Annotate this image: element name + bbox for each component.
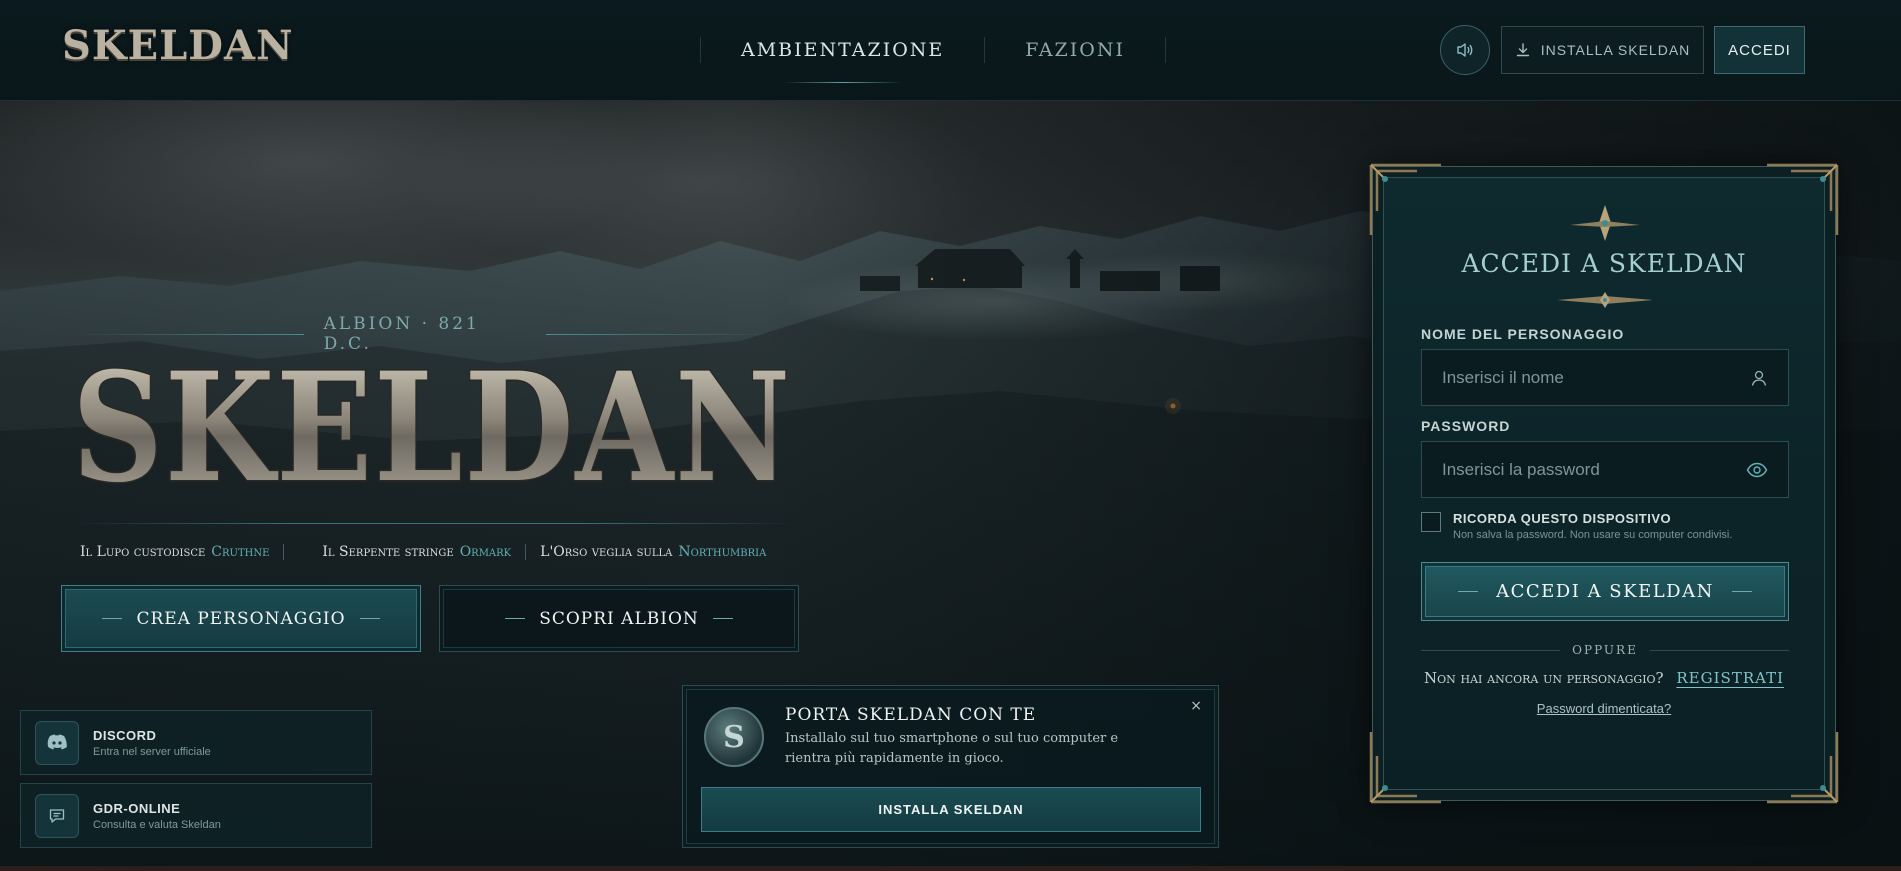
corner-ornament-icon	[1369, 163, 1441, 235]
eyebrow-line-left	[75, 333, 304, 335]
creed-text: L'Orso veglia sulla	[540, 544, 673, 560]
or-divider: OPPURE	[1421, 643, 1789, 657]
hero-divider	[75, 523, 795, 524]
gdr-subtitle: Consulta e valuta Skeldan	[93, 818, 221, 831]
bottom-edge	[0, 866, 1901, 871]
or-text: OPPURE	[1572, 643, 1638, 657]
button-ornament	[1458, 591, 1479, 592]
divider-line	[1649, 649, 1789, 651]
password-input[interactable]	[1442, 459, 1732, 480]
nav-divider	[1164, 37, 1166, 63]
remember-hint: Non salva la password. Non usare su comp…	[1453, 529, 1733, 541]
creed-bear: L'Orso veglia sulla Northumbria	[526, 544, 780, 560]
nav-item-ambientazione[interactable]: AMBIENTAZIONE	[701, 39, 984, 61]
button-ornament	[1731, 591, 1752, 592]
skeldan-emblem-icon: S	[704, 707, 764, 767]
corner-ornament-icon	[1369, 732, 1441, 804]
crest-ornament-icon	[1570, 205, 1640, 241]
login-title: ACCEDI A SKELDAN	[1461, 249, 1747, 278]
creed-wolf: Il Lupo custodisce Cruthne	[66, 544, 283, 560]
remember-text: RICORDA QUESTO DISPOSITIVO Non salva la …	[1453, 511, 1732, 541]
password-label: PASSWORD	[1421, 418, 1511, 434]
button-ornament	[505, 618, 526, 619]
close-icon[interactable]: ×	[1190, 698, 1202, 714]
header-login-button[interactable]: ACCEDI	[1714, 26, 1805, 74]
install-label: INSTALLA SKELDAN	[1540, 42, 1691, 58]
popup-install-button[interactable]: INSTALLA SKELDAN	[701, 787, 1201, 832]
install-app-popup: S PORTA SKELDAN CON TE Installalo sul tu…	[682, 685, 1219, 848]
remember-checkbox[interactable]	[1421, 512, 1441, 532]
button-ornament	[712, 618, 733, 619]
eyebrow-line-right	[546, 333, 775, 335]
hero-title-text: SKELDAN	[72, 348, 792, 498]
login-submit-button[interactable]: ACCEDI A SKELDAN	[1421, 562, 1789, 621]
button-ornament	[359, 618, 380, 619]
corner-ornament-icon	[1767, 163, 1839, 235]
creed-serpent: Il Serpente stringe Ormark	[284, 544, 525, 560]
divider-line	[1421, 649, 1561, 651]
register-row: Non hai ancora un personaggio? REGISTRAT…	[1373, 669, 1835, 687]
discover-albion-label: SCOPRI ALBION	[539, 608, 699, 629]
sound-toggle-button[interactable]	[1440, 25, 1490, 75]
discover-albion-button[interactable]: SCOPRI ALBION	[439, 585, 799, 652]
chat-icon	[35, 793, 79, 838]
register-prompt: Non hai ancora un personaggio?	[1423, 669, 1664, 687]
corner-ornament-icon	[1767, 732, 1839, 804]
remember-label: RICORDA QUESTO DISPOSITIVO	[1453, 511, 1672, 526]
creed-text: Il Lupo custodisce	[80, 544, 206, 560]
login-panel: ACCEDI A SKELDAN NOME DEL PERSONAGGIO PA…	[1369, 163, 1839, 804]
creed-place: Ormark	[459, 544, 512, 560]
nav-item-fazioni[interactable]: FAZIONI	[985, 39, 1165, 61]
popup-title: PORTA SKELDAN CON TE	[785, 705, 1037, 725]
faction-creeds: Il Lupo custodisce Cruthne Il Serpente s…	[66, 541, 780, 563]
create-character-button[interactable]: CREA PERSONAGGIO	[61, 585, 421, 652]
site-logo[interactable]: SKELDAN	[62, 22, 294, 69]
header-install-button[interactable]: INSTALLA SKELDAN	[1501, 26, 1704, 74]
gdr-title: GDR-ONLINE	[93, 800, 181, 816]
speaker-icon	[1457, 43, 1473, 57]
remember-device: RICORDA QUESTO DISPOSITIVO Non salva la …	[1421, 511, 1732, 541]
hero-title-logo: SKELDAN	[71, 348, 792, 498]
gdr-card-text: GDR-ONLINE Consulta e valuta Skeldan	[93, 801, 221, 831]
password-field[interactable]	[1421, 441, 1789, 498]
user-icon	[1751, 370, 1767, 386]
create-character-label: CREA PERSONAGGIO	[136, 608, 346, 629]
discord-title: DISCORD	[93, 727, 157, 743]
popup-text: Installalo sul tuo smartphone o sul tuo …	[785, 731, 1119, 766]
login-submit-label: ACCEDI A SKELDAN	[1496, 581, 1714, 602]
creed-place: Northumbria	[678, 544, 767, 560]
name-input[interactable]	[1442, 367, 1732, 388]
gdr-online-card[interactable]: GDR-ONLINE Consulta e valuta Skeldan	[20, 783, 372, 848]
name-field[interactable]	[1421, 349, 1789, 406]
register-link[interactable]: REGISTRATI	[1676, 669, 1784, 687]
creed-text: Il Serpente stringe	[322, 544, 454, 560]
discord-subtitle: Entra nel server ufficiale	[93, 745, 211, 758]
name-label: NOME DEL PERSONAGGIO	[1421, 326, 1625, 342]
divider-ornament-icon	[1557, 292, 1653, 308]
top-navbar: SKELDAN AMBIENTAZIONE FAZIONI INSTALLA S…	[0, 0, 1901, 101]
discord-card-text: DISCORD Entra nel server ufficiale	[93, 728, 211, 758]
download-icon	[1516, 43, 1529, 57]
main-nav: AMBIENTAZIONE FAZIONI	[700, 0, 1166, 100]
eye-icon[interactable]	[1746, 462, 1768, 478]
hero-eyebrow: ALBION · 821 D.C.	[75, 314, 775, 354]
creed-place: Cruthne	[211, 544, 270, 560]
discord-card[interactable]: DISCORD Entra nel server ufficiale	[20, 710, 372, 775]
button-ornament	[102, 618, 123, 619]
discord-icon	[35, 720, 79, 765]
forgot-password-link[interactable]: Password dimenticata?	[1373, 701, 1835, 716]
